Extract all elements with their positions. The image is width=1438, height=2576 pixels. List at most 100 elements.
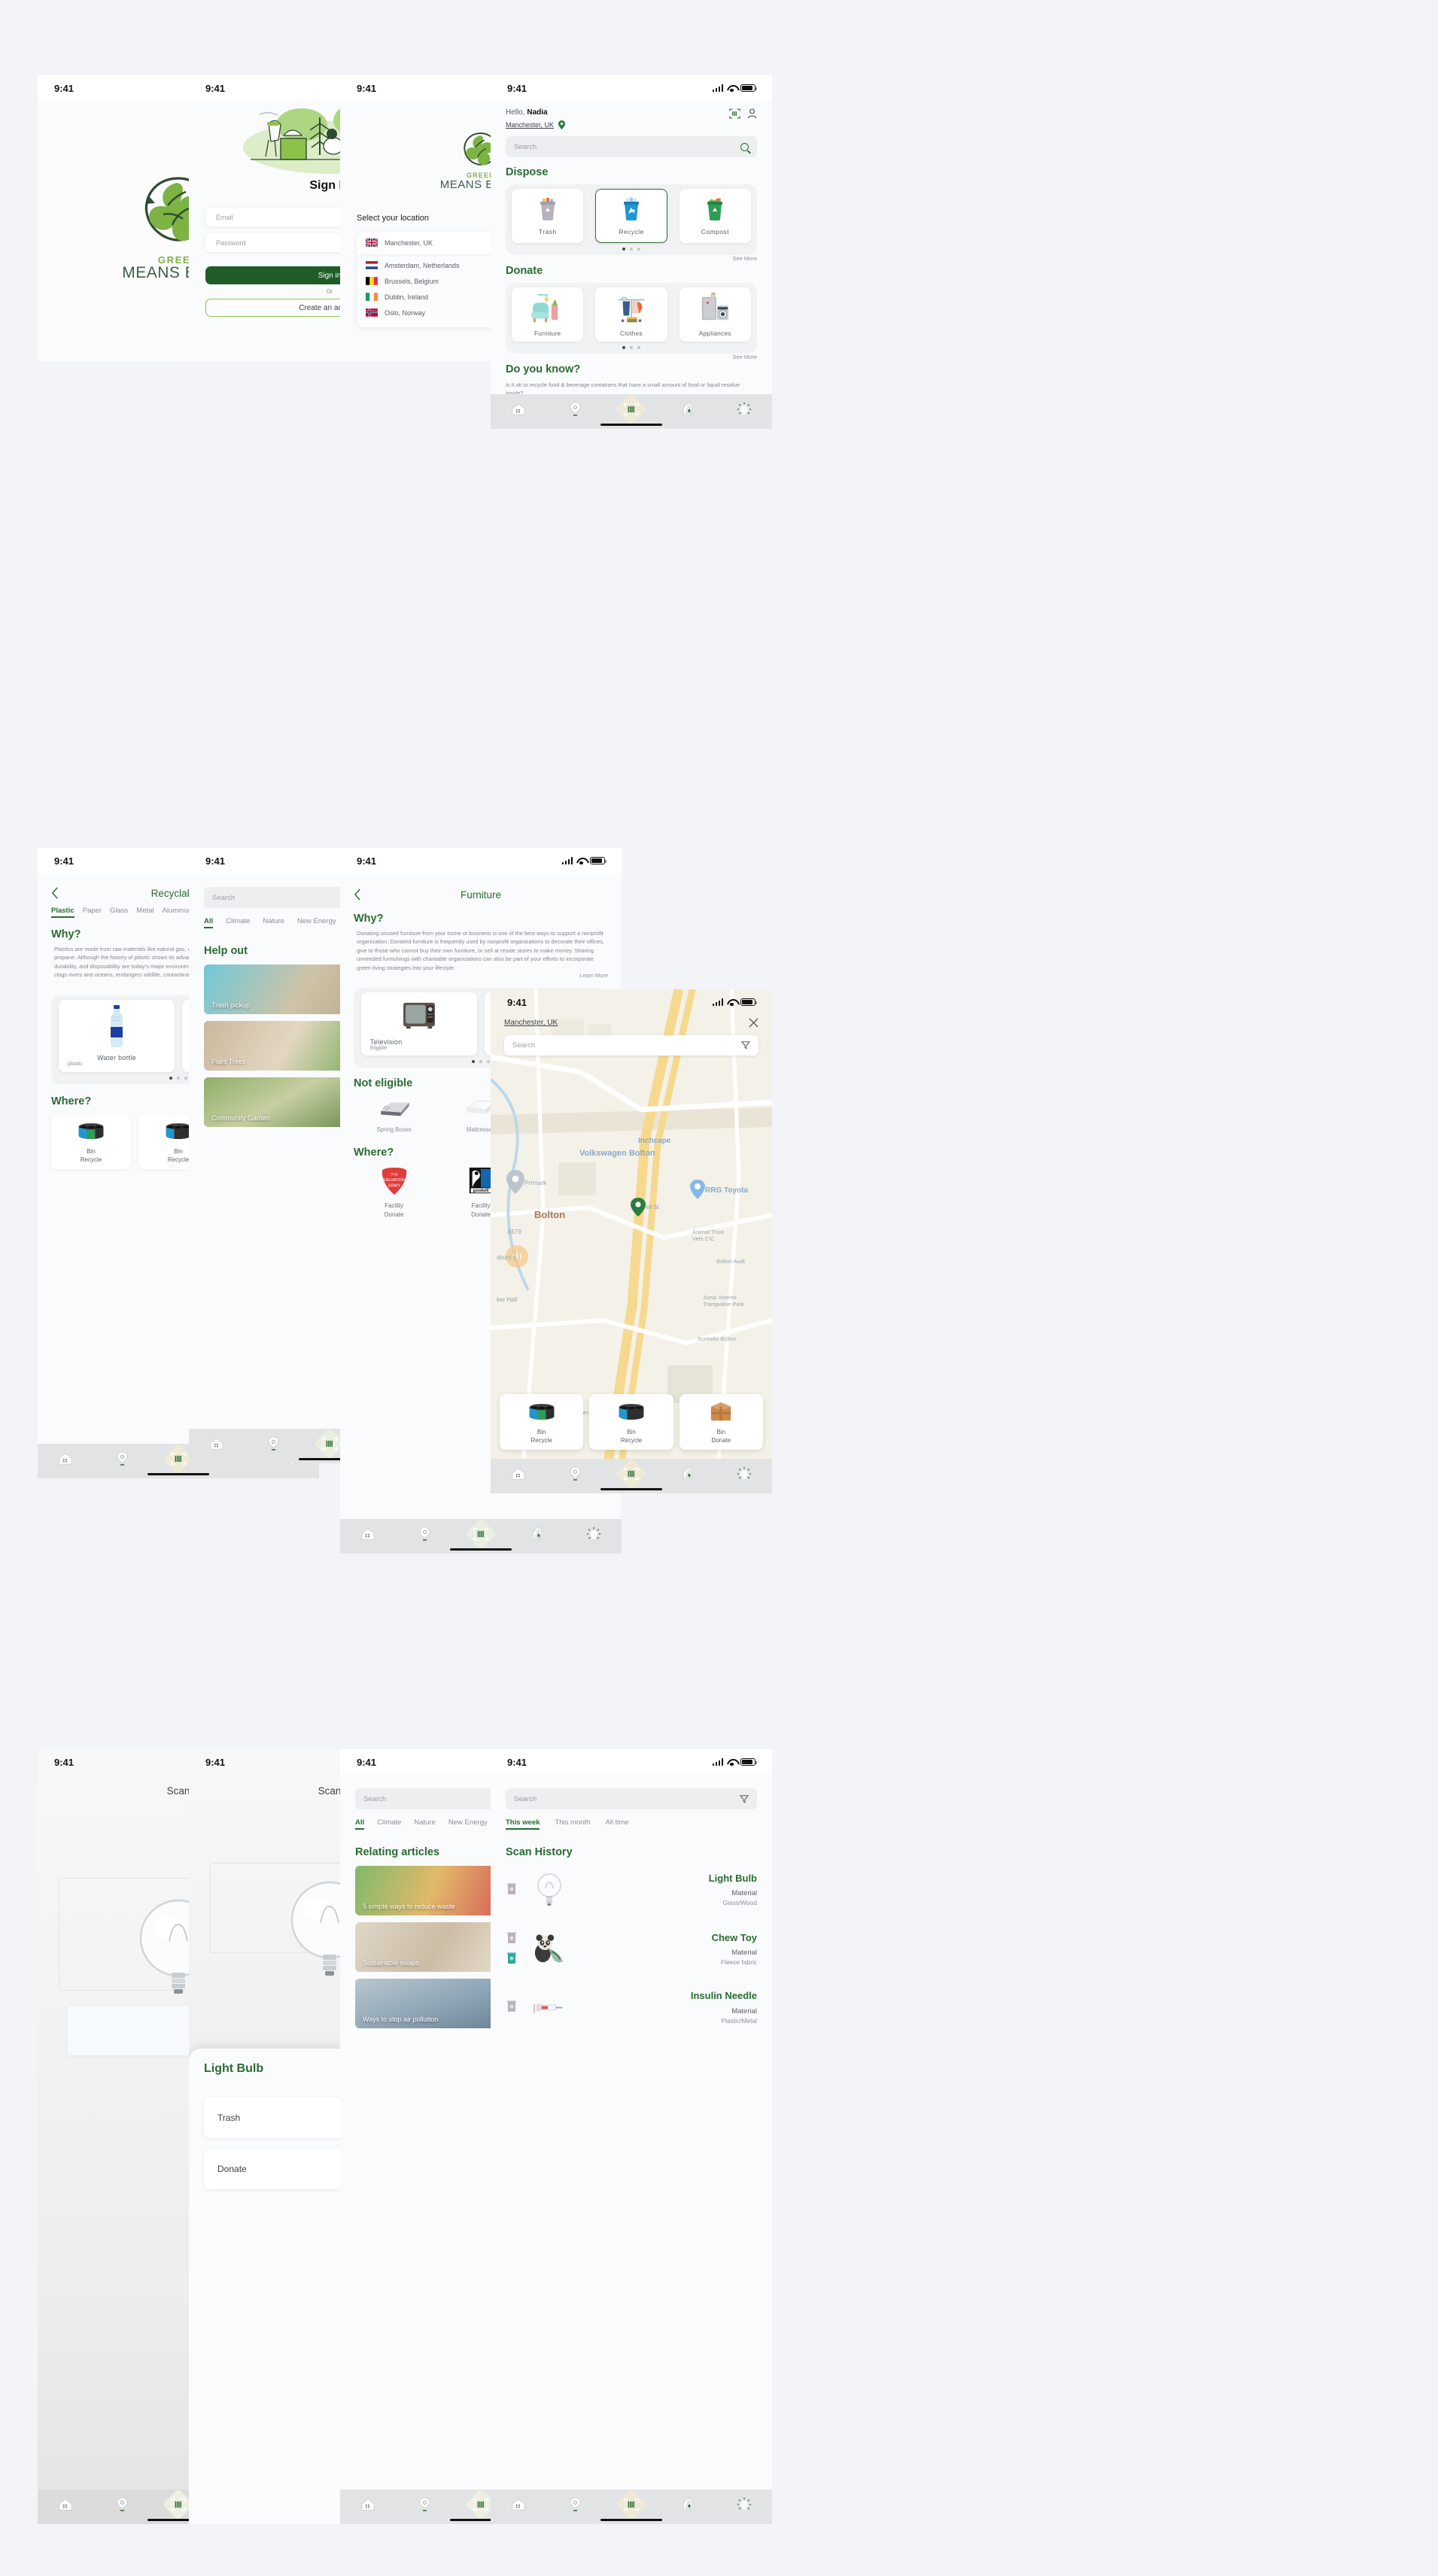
map-result-card[interactable]: Bin Recycle (589, 1394, 673, 1450)
nav-learn-icon[interactable] (736, 401, 752, 418)
nav-scan-icon[interactable] (313, 1427, 346, 1460)
home-search[interactable]: Search (506, 136, 757, 157)
nav-home-icon[interactable] (360, 2496, 376, 2513)
map-result-cards[interactable]: Bin Recycle Bin Recycle Bin Donate (500, 1394, 763, 1450)
nav-donate-icon[interactable] (679, 401, 696, 418)
not-eligible-card[interactable]: Spring Boxes (354, 1097, 434, 1134)
back-icon[interactable] (51, 887, 59, 899)
donate-title: Donate (506, 265, 543, 277)
tab-this-week[interactable]: This week (506, 1818, 540, 1830)
donate-card-furniture[interactable]: Furniture (512, 287, 584, 342)
recyclable-item-card[interactable]: Water bottle plastic (59, 999, 175, 1072)
nav-scan-icon[interactable] (615, 393, 648, 426)
history-entry[interactable]: Chew Toy Material Fleece fabric (506, 1926, 757, 1973)
tab-all[interactable]: All (204, 917, 214, 928)
donate-dots[interactable] (512, 346, 751, 349)
donate-see-more[interactable]: See More (506, 354, 757, 360)
map-result-card[interactable]: Bin Recycle (500, 1394, 584, 1450)
donate-card-appliances[interactable]: Appliances (679, 287, 751, 342)
nav-home-icon[interactable] (510, 2496, 527, 2513)
nav-map-icon[interactable] (114, 2496, 130, 2513)
learn-more-link[interactable]: Learn More (354, 972, 608, 979)
filter-icon[interactable] (741, 1041, 750, 1050)
furniture-eligible-card[interactable]: Television Eligible (361, 992, 477, 1056)
television-icon (402, 992, 436, 1038)
nav-scan-icon[interactable] (464, 1517, 497, 1551)
dispose-carousel[interactable]: Trash Recycle Compost (506, 184, 757, 255)
tab-climate[interactable]: Climate (226, 917, 250, 928)
nav-map-icon[interactable] (567, 401, 583, 418)
history-tabs[interactable]: This week This month All time (506, 1818, 757, 1830)
profile-icon[interactable] (747, 108, 757, 119)
tab-paper[interactable]: Paper (83, 907, 102, 918)
nav-home-icon[interactable] (510, 401, 527, 418)
where-card[interactable]: BinRecycle (51, 1114, 131, 1169)
map-label-screwfix: Screwfix Bolton (698, 1335, 737, 1342)
nav-home-icon[interactable] (57, 1451, 74, 1467)
tab-this-month[interactable]: This month (555, 1818, 590, 1830)
bottom-nav[interactable] (491, 1457, 772, 1493)
dispose-card-compost[interactable]: Compost (679, 189, 751, 243)
tab-new-energy[interactable]: New Energy (448, 1818, 488, 1830)
location-option-label: Brussels, Belgium (385, 278, 439, 286)
close-icon[interactable] (749, 1018, 759, 1028)
filter-icon[interactable] (740, 1794, 749, 1803)
tab-all[interactable]: All (355, 1818, 365, 1830)
dispose-card-label: Recycle (619, 227, 644, 235)
map-location-label[interactable]: Manchester, UK (504, 1019, 558, 1027)
screen-map: Volkswagen Bolton Inchcape RRG Toyota Bo… (491, 989, 772, 1493)
nav-map-icon[interactable] (265, 1435, 281, 1452)
tab-glass[interactable]: Glass (110, 907, 128, 918)
tab-metal[interactable]: Metal (136, 907, 154, 918)
search-icon[interactable] (740, 142, 749, 151)
nav-map-icon[interactable] (416, 2496, 433, 2513)
nav-map-icon[interactable] (567, 1466, 583, 1482)
nav-scan-icon[interactable] (615, 2488, 648, 2521)
nav-learn-icon[interactable] (585, 1526, 602, 1542)
bottom-nav[interactable] (491, 2488, 772, 2524)
nav-learn-icon[interactable] (736, 2496, 752, 2513)
facility-card[interactable]: THE SALVATION ARMY Facility Donate (354, 1166, 434, 1218)
tab-nature[interactable]: Nature (263, 917, 284, 928)
donate-card-clothes[interactable]: Clothes (595, 287, 667, 342)
nav-donate-icon[interactable] (679, 1466, 696, 1482)
scan-history-icon[interactable] (729, 108, 740, 119)
dispose-dots[interactable] (512, 248, 751, 251)
tab-climate[interactable]: Climate (377, 1818, 401, 1830)
nav-scan-icon[interactable] (464, 2488, 497, 2521)
dispose-see-more[interactable]: See More (506, 255, 757, 262)
history-search[interactable]: Search (506, 1788, 757, 1809)
history-entry-list[interactable]: Light Bulb Material Glass/Wood Chew Toy Mat… (506, 1867, 757, 2029)
nav-map-icon[interactable] (567, 2496, 583, 2513)
tab-new-energy[interactable]: New Energy (297, 917, 336, 928)
nav-donate-icon[interactable] (529, 1526, 546, 1542)
back-icon[interactable] (354, 889, 362, 901)
dispose-card-trash[interactable]: Trash (512, 189, 584, 243)
nav-map-icon[interactable] (416, 1526, 433, 1542)
map-label-primark: Primark (524, 1179, 547, 1186)
tab-plastic[interactable]: Plastic (51, 907, 74, 918)
nav-scan-icon[interactable] (162, 1442, 195, 1475)
nav-home-icon[interactable] (208, 1435, 225, 1452)
donate-carousel[interactable]: Furniture Clothes Appliances (506, 283, 757, 354)
nav-home-icon[interactable] (57, 2496, 74, 2513)
nav-home-icon[interactable] (510, 1466, 527, 1482)
history-entry[interactable]: Light Bulb Material Glass/Wood (506, 1867, 757, 1912)
map-search[interactable]: Search (504, 1035, 759, 1056)
tab-nature[interactable]: Nature (414, 1818, 436, 1830)
location-option-label: Dublin, Ireland (385, 293, 429, 302)
nav-map-icon[interactable] (114, 1451, 130, 1467)
tab-all-time[interactable]: All time (605, 1818, 628, 1830)
battery-icon (740, 1758, 757, 1766)
bottom-nav[interactable] (491, 393, 772, 429)
dispose-card-recycle[interactable]: Recycle (595, 189, 667, 243)
nav-scan-icon[interactable] (615, 1457, 648, 1490)
nav-learn-icon[interactable] (736, 1466, 752, 1482)
bottom-nav[interactable] (340, 1517, 622, 1554)
nav-scan-icon[interactable] (162, 2488, 195, 2521)
history-entry[interactable]: Insulin Needle Material Plastic/Metal (506, 1986, 757, 2029)
home-location[interactable]: Manchester, UK (506, 120, 566, 129)
nav-donate-icon[interactable] (679, 2496, 696, 2513)
map-result-card[interactable]: Bin Donate (679, 1394, 763, 1450)
nav-home-icon[interactable] (360, 1526, 376, 1542)
